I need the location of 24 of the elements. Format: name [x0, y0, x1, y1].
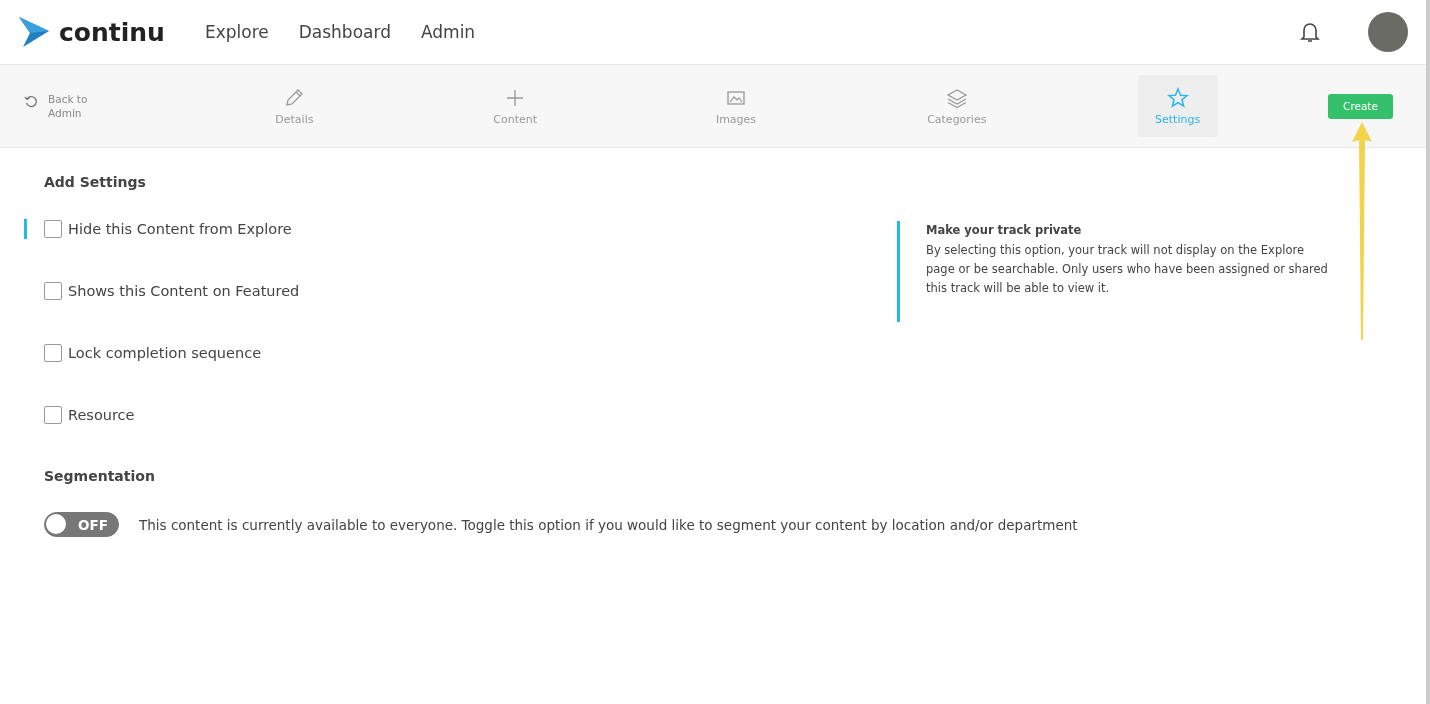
nav-link[interactable]: Explore: [204, 22, 269, 42]
setting-option[interactable]: Shows this Content on Featured: [44, 260, 897, 322]
setting-option[interactable]: Resource: [44, 384, 897, 446]
help-title: Make your track private: [926, 223, 1083, 237]
star-icon: [1166, 86, 1189, 109]
notification-bell-icon[interactable]: [1298, 20, 1322, 44]
logo-icon: [19, 17, 49, 47]
checkbox[interactable]: [44, 406, 62, 424]
checkbox[interactable]: [44, 282, 62, 300]
section-title: Segmentation: [44, 468, 156, 484]
back-to-admin-link[interactable]: Back to Admin: [24, 92, 184, 120]
nav-link[interactable]: Admin: [420, 22, 476, 42]
checkbox[interactable]: [44, 344, 62, 362]
nav-link[interactable]: Dashboard: [298, 22, 391, 42]
setting-option[interactable]: Hide this Content from Explore: [44, 198, 897, 260]
setting-option[interactable]: Lock completion sequence: [44, 322, 897, 384]
segmentation-toggle[interactable]: OFF: [44, 512, 119, 537]
brand-name[interactable]: continu: [59, 17, 165, 47]
undo-icon: [24, 95, 38, 109]
help-text: By selecting this option, your track will not display on the Explore page or be searchable. Only users who have been assigned or shared this track will be able to view it.: [926, 242, 1329, 297]
section-title: Add Settings: [44, 174, 147, 190]
segmentation-description: This content is currently available to everyone. Toggle this option if you would like to segment your content by location and/or department: [139, 516, 1078, 533]
checkbox[interactable]: [44, 220, 62, 238]
user-avatar[interactable]: [1368, 12, 1408, 52]
